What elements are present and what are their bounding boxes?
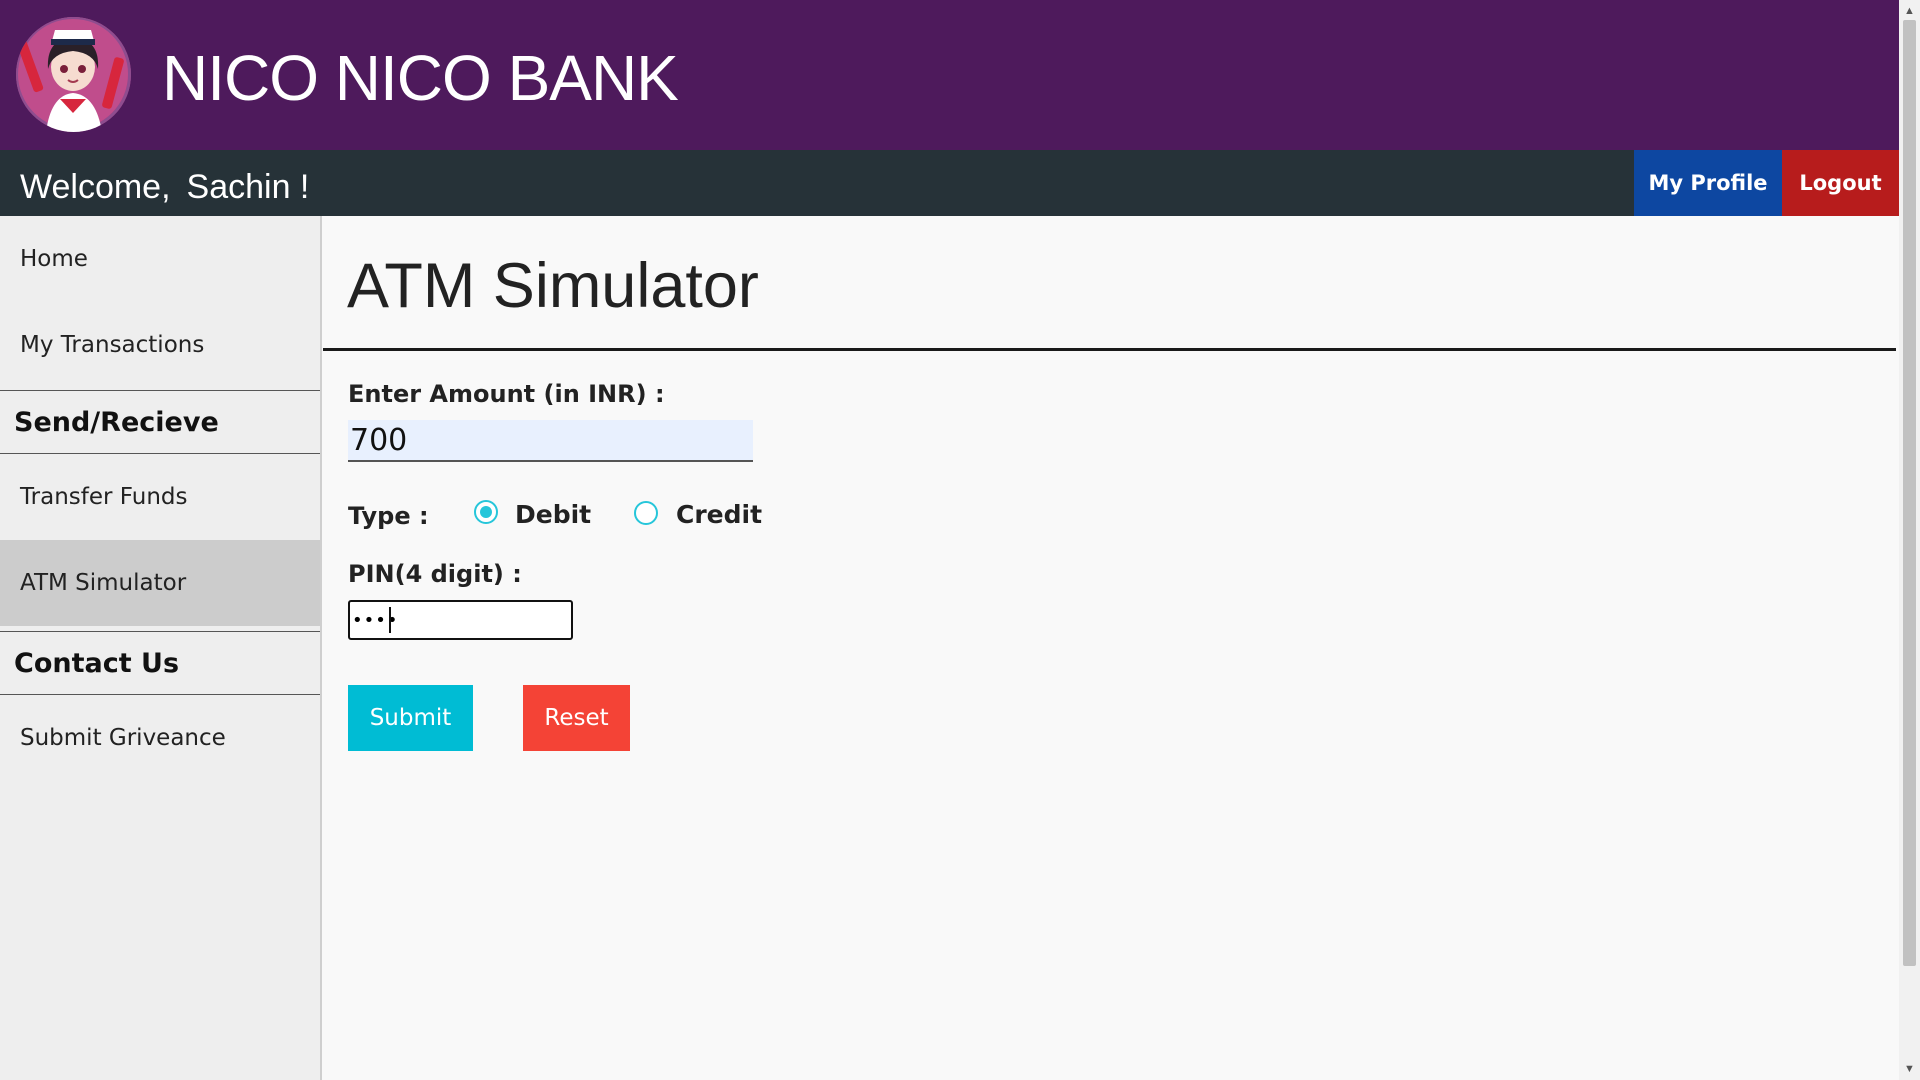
text-caret [389, 607, 391, 633]
app-header: NICO NICO BANK [0, 0, 1899, 150]
type-label: Type : [348, 502, 429, 530]
pin-label: PIN(4 digit) : [348, 560, 522, 588]
amount-label: Enter Amount (in INR) : [348, 380, 665, 408]
sidebar-item-transfer-funds[interactable]: Transfer Funds [0, 454, 320, 540]
sidebar-item-atm-simulator[interactable]: ATM Simulator [0, 540, 320, 626]
bank-name: NICO NICO BANK [162, 42, 679, 114]
sidebar-nav: Home My Transactions Send/Recieve Transf… [0, 216, 322, 1080]
credit-radio[interactable] [634, 501, 658, 525]
sidebar-item-submit-griveance[interactable]: Submit Griveance [0, 695, 320, 781]
welcome-message: Welcome, Sachin ! [20, 170, 309, 204]
debit-radio-label[interactable]: Debit [515, 500, 591, 529]
pin-input[interactable] [348, 600, 573, 640]
sidebar-heading-send-recieve: Send/Recieve [0, 390, 320, 454]
logout-button[interactable]: Logout [1782, 150, 1899, 216]
bank-logo-icon [16, 17, 131, 132]
my-profile-button[interactable]: My Profile [1634, 150, 1782, 216]
page-title: ATM Simulator [347, 251, 759, 321]
submit-button[interactable]: Submit [348, 685, 473, 751]
sidebar-item-my-transactions[interactable]: My Transactions [0, 302, 320, 388]
reset-button[interactable]: Reset [523, 685, 630, 751]
welcome-username: Sachin ! [186, 168, 310, 206]
welcome-bar: Welcome, Sachin ! My Profile Logout [0, 150, 1899, 216]
credit-radio-label[interactable]: Credit [676, 500, 762, 529]
amount-input[interactable] [348, 420, 753, 462]
scroll-up-arrow-icon[interactable]: ▲ [1899, 2, 1920, 20]
sidebar-heading-contact-us: Contact Us [0, 631, 320, 695]
page-scrollbar[interactable]: ▲ ▼ [1899, 0, 1920, 1080]
debit-radio[interactable] [474, 500, 498, 524]
scroll-down-arrow-icon[interactable]: ▼ [1899, 1060, 1920, 1078]
anime-avatar-icon [16, 19, 128, 132]
welcome-greeting: Welcome, [20, 168, 171, 206]
sidebar-item-home[interactable]: Home [0, 216, 320, 302]
scrollbar-thumb[interactable] [1903, 20, 1916, 966]
